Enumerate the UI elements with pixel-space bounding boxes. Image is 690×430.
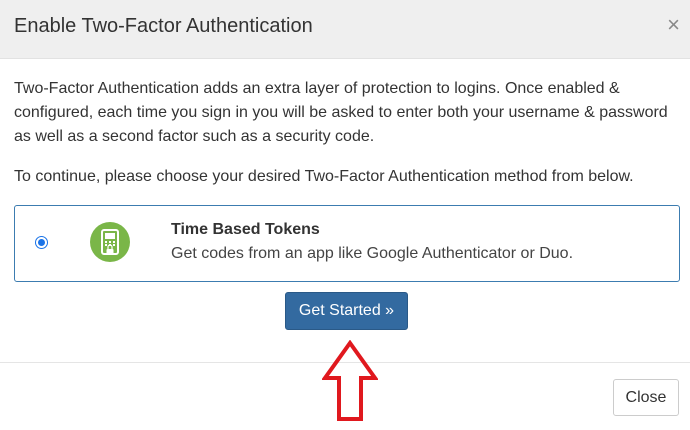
instruction-paragraph: To continue, please choose your desired … [14, 168, 634, 185]
up-arrow-annotation-icon [322, 340, 378, 421]
method-title: Time Based Tokens [171, 221, 320, 238]
method-option-time-based-tokens[interactable]: Time Based Tokens Get codes from an app … [14, 205, 680, 282]
intro-paragraph: Two-Factor Authentication adds an extra … [14, 80, 668, 145]
method-radio[interactable] [35, 236, 48, 249]
modal-header: Enable Two-Factor Authentication × [0, 0, 690, 59]
close-button[interactable]: Close [613, 379, 679, 416]
close-icon[interactable]: × [667, 14, 680, 36]
get-started-button[interactable]: Get Started » [285, 292, 408, 330]
two-factor-modal: Enable Two-Factor Authentication × Two-F… [0, 0, 690, 430]
modal-title: Enable Two-Factor Authentication [14, 15, 313, 37]
token-device-icon [90, 222, 130, 262]
method-description: Get codes from an app like Google Authen… [171, 245, 574, 262]
